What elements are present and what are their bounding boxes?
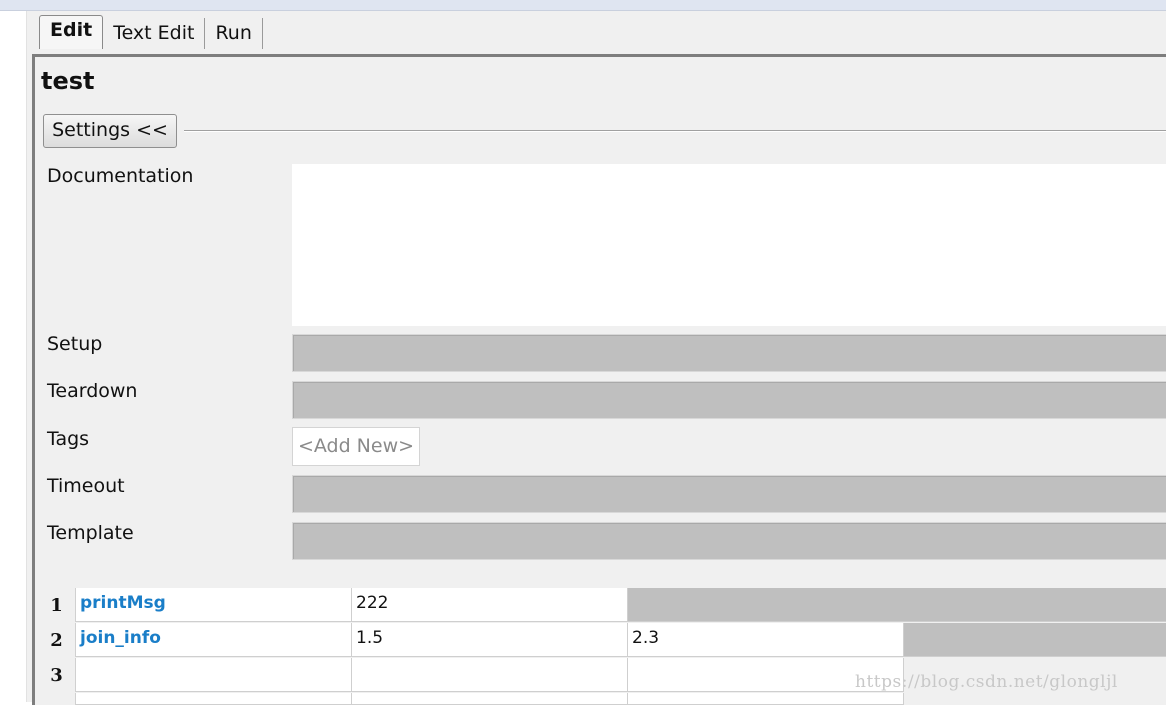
setup-label: Setup	[47, 333, 103, 355]
grid-cell[interactable]: 2.3	[628, 623, 904, 657]
timeout-label: Timeout	[47, 475, 125, 497]
grid-cell[interactable]: printMsg	[76, 588, 352, 622]
settings-divider	[184, 130, 1166, 132]
documentation-label: Documentation	[47, 165, 194, 187]
top-window-strip	[0, 0, 1166, 11]
row-number[interactable]: 3	[38, 658, 76, 692]
grid-cell[interactable]: 1.5	[352, 623, 628, 657]
watermark-text: https://blog.csdn.net/glongljl	[855, 672, 1118, 692]
tab-bar: Edit Text Edit Run	[39, 15, 263, 49]
grid-cell[interactable]	[76, 658, 352, 692]
grid-cell[interactable]	[352, 693, 628, 705]
grid-cell-disabled[interactable]	[628, 588, 1166, 622]
grid-cell[interactable]: join_info	[76, 623, 352, 657]
row-number[interactable]: 1	[38, 588, 76, 622]
grid-cell[interactable]: 222	[352, 588, 628, 622]
tab-run[interactable]: Run	[205, 18, 263, 49]
setup-field[interactable]	[292, 334, 1166, 372]
tags-label: Tags	[47, 428, 90, 450]
add-new-tag-button[interactable]: <Add New>	[292, 427, 420, 466]
grid-cell[interactable]	[352, 658, 628, 692]
test-case-editor-panel: test Settings << Documentation Setup Tea…	[32, 54, 1166, 705]
grid-cell-disabled[interactable]	[904, 623, 1166, 657]
teardown-label: Teardown	[47, 380, 138, 402]
template-field[interactable]	[292, 522, 1166, 560]
timeout-field[interactable]	[292, 475, 1166, 513]
teardown-field[interactable]	[292, 381, 1166, 419]
row-number[interactable]: 2	[38, 623, 76, 657]
settings-toggle-button[interactable]: Settings <<	[43, 114, 177, 148]
left-tree-edge	[0, 11, 27, 702]
template-label: Template	[47, 522, 134, 544]
test-case-title: test	[41, 67, 95, 95]
tab-text-edit[interactable]: Text Edit	[103, 18, 206, 49]
documentation-field[interactable]	[292, 164, 1166, 326]
tab-edit[interactable]: Edit	[39, 15, 104, 49]
editor-tab-area: Edit Text Edit Run test Settings << Docu…	[27, 11, 1166, 705]
grid-cell[interactable]	[628, 693, 904, 705]
grid-cell[interactable]	[76, 693, 352, 705]
row-number[interactable]	[38, 693, 76, 705]
